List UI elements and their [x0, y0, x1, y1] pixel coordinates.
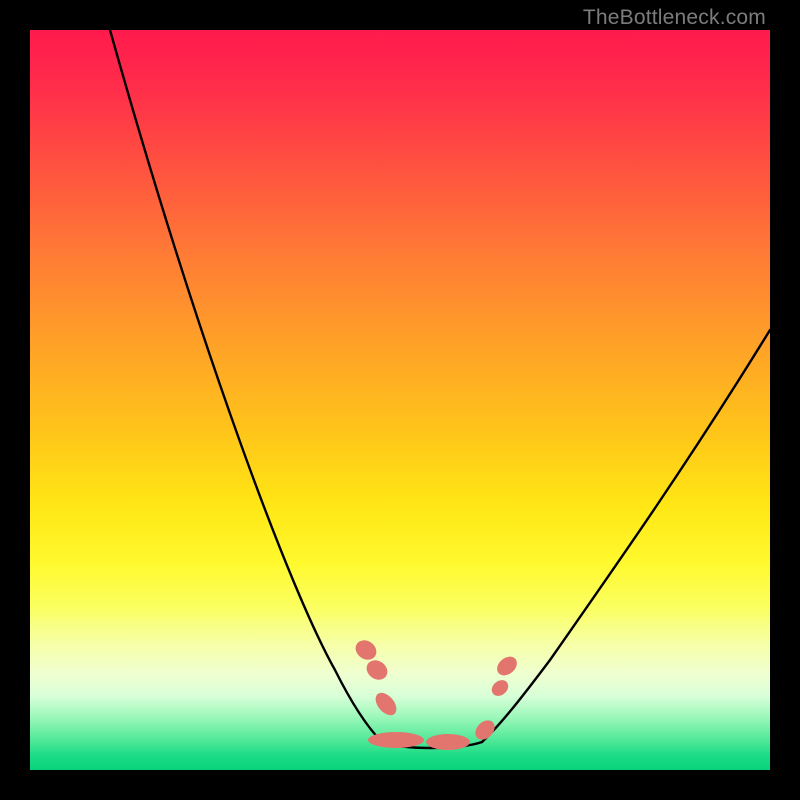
watermark-text: TheBottleneck.com [583, 6, 766, 30]
marker-dot [363, 656, 391, 683]
marker-dot [352, 636, 380, 663]
curve-right [482, 330, 770, 742]
marker-dot [493, 653, 520, 679]
marker-dot [372, 689, 401, 719]
marker-group [352, 636, 521, 750]
bottleneck-curve [30, 30, 770, 770]
marker-dot [426, 734, 470, 750]
chart-frame [30, 30, 770, 770]
marker-dot [489, 677, 512, 699]
curve-left [110, 30, 382, 742]
marker-dot [368, 732, 424, 748]
